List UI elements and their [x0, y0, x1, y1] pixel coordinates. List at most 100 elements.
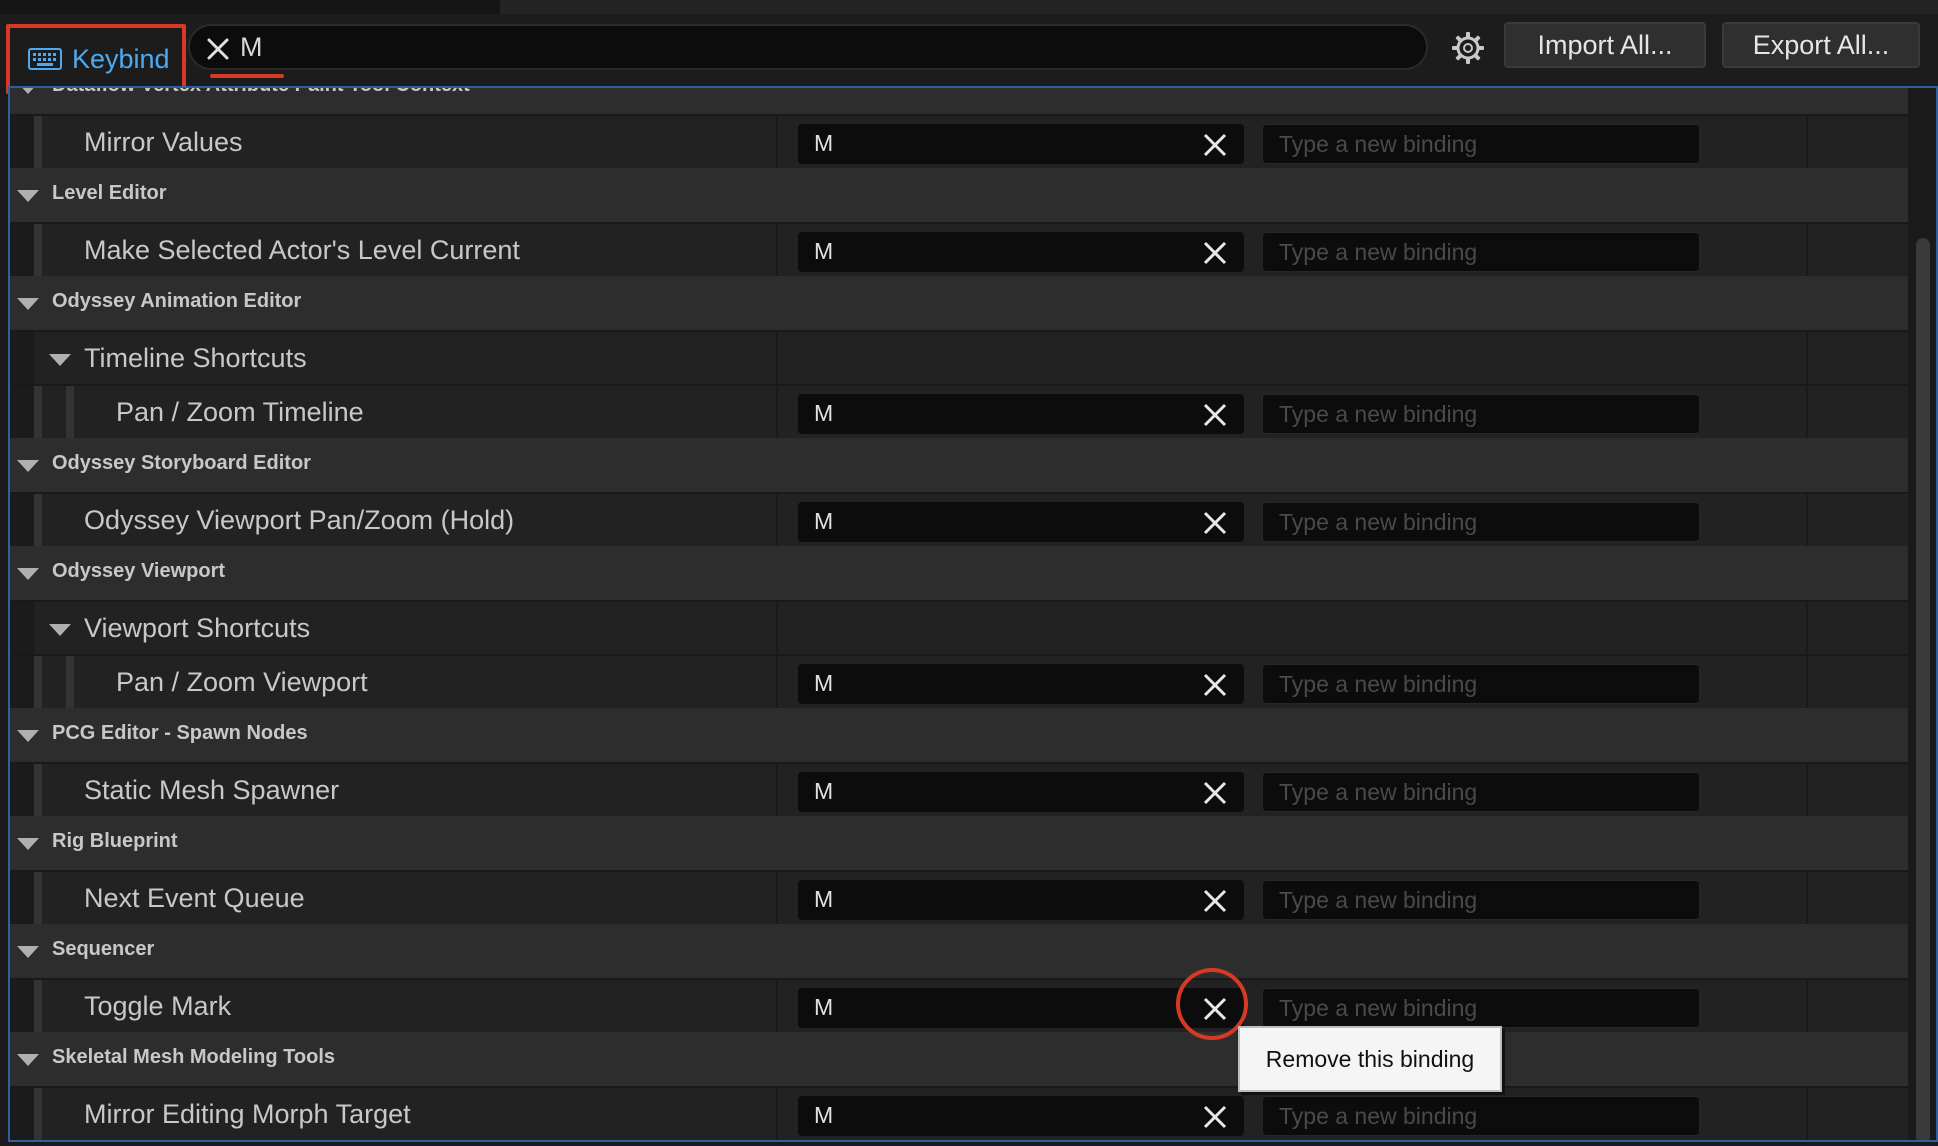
binding-field[interactable]: M — [798, 124, 1244, 164]
subcategory-row[interactable]: Timeline Shortcuts — [10, 330, 1908, 386]
binding-row: Odyssey Viewport Pan/Zoom (Hold) M Type … — [10, 492, 1908, 548]
remove-binding-icon[interactable] — [1202, 1104, 1228, 1130]
category-row[interactable]: Skeletal Mesh Modeling Tools — [10, 1032, 1908, 1086]
binding-row: Mirror Values M Type a new binding — [10, 114, 1908, 170]
remove-binding-icon[interactable] — [1202, 240, 1228, 266]
binding-value: M — [814, 994, 834, 1020]
new-binding-input[interactable]: Type a new binding — [1262, 502, 1700, 542]
binding-field[interactable]: M — [798, 394, 1244, 434]
category-row[interactable]: Odyssey Storyboard Editor — [10, 438, 1908, 492]
new-binding-placeholder: Type a new binding — [1279, 509, 1478, 535]
binding-value: M — [814, 1102, 834, 1128]
command-name: Toggle Mark — [84, 991, 232, 1021]
category-row[interactable]: Dataflow Vertex Attribute Paint Tool Con… — [10, 88, 1908, 114]
binding-row: Pan / Zoom Timeline M Type a new binding — [10, 384, 1908, 440]
new-binding-input[interactable]: Type a new binding — [1262, 124, 1700, 164]
vertical-scrollbar[interactable] — [1916, 238, 1930, 1140]
binding-value: M — [814, 238, 834, 264]
remove-binding-icon[interactable] — [1202, 780, 1228, 806]
search-value: M — [240, 32, 263, 62]
keybind-filter-button[interactable]: Keybind — [6, 24, 186, 94]
import-all-button[interactable]: Import All... — [1504, 22, 1706, 68]
binding-field[interactable]: M — [798, 1096, 1244, 1136]
category-row[interactable]: Odyssey Animation Editor — [10, 276, 1908, 330]
category-label: Skeletal Mesh Modeling Tools — [52, 1046, 336, 1068]
keyboard-icon — [28, 48, 62, 70]
expand-arrow-icon[interactable] — [17, 1054, 39, 1066]
search-underline — [210, 74, 284, 78]
category-row[interactable]: PCG Editor - Spawn Nodes — [10, 708, 1908, 762]
expand-arrow-icon[interactable] — [17, 838, 39, 850]
expand-arrow-icon[interactable] — [17, 730, 39, 742]
category-label: Odyssey Animation Editor — [52, 290, 302, 312]
expand-arrow-icon[interactable] — [17, 568, 39, 580]
new-binding-input[interactable]: Type a new binding — [1262, 664, 1700, 704]
binding-row: Make Selected Actor's Level Current M Ty… — [10, 222, 1908, 278]
category-label: PCG Editor - Spawn Nodes — [52, 722, 308, 744]
command-name: Pan / Zoom Viewport — [116, 667, 368, 697]
category-label: Odyssey Storyboard Editor — [52, 452, 311, 474]
remove-binding-icon[interactable] — [1202, 888, 1228, 914]
new-binding-placeholder: Type a new binding — [1279, 401, 1478, 427]
new-binding-input[interactable]: Type a new binding — [1262, 880, 1700, 920]
category-row[interactable]: Odyssey Viewport — [10, 546, 1908, 600]
category-row[interactable]: Rig Blueprint — [10, 816, 1908, 870]
gear-icon[interactable] — [1448, 28, 1488, 68]
binding-field[interactable]: M — [798, 880, 1244, 920]
category-label: Dataflow Vertex Attribute Paint Tool Con… — [52, 88, 470, 97]
expand-arrow-icon[interactable] — [17, 190, 39, 202]
binding-value: M — [814, 508, 834, 534]
export-all-button[interactable]: Export All... — [1722, 22, 1920, 68]
new-binding-input[interactable]: Type a new binding — [1262, 1096, 1700, 1136]
search-input[interactable]: M — [188, 24, 1428, 78]
category-row[interactable]: Sequencer — [10, 924, 1908, 978]
new-binding-input[interactable]: Type a new binding — [1262, 988, 1700, 1028]
remove-binding-icon[interactable] — [1202, 402, 1228, 428]
command-name: Next Event Queue — [84, 883, 305, 913]
new-binding-placeholder: Type a new binding — [1279, 239, 1478, 265]
command-name: Make Selected Actor's Level Current — [84, 235, 520, 265]
command-name: Static Mesh Spawner — [84, 775, 340, 805]
keybinding-list: Dataflow Vertex Attribute Paint Tool Con… — [8, 86, 1938, 1142]
toolbar: Keybind M Import All... Export All... — [0, 14, 1938, 94]
binding-row: Mirror Editing Morph Target M Type a new… — [10, 1086, 1908, 1140]
command-name: Mirror Editing Morph Target — [84, 1099, 411, 1129]
new-binding-input[interactable]: Type a new binding — [1262, 772, 1700, 812]
remove-binding-icon[interactable] — [1202, 510, 1228, 536]
remove-binding-icon[interactable] — [1202, 672, 1228, 698]
keybind-label: Keybind — [72, 43, 170, 74]
new-binding-placeholder: Type a new binding — [1279, 131, 1478, 157]
remove-binding-icon[interactable] — [1202, 996, 1228, 1022]
expand-arrow-icon[interactable] — [17, 88, 39, 94]
new-binding-placeholder: Type a new binding — [1279, 1103, 1478, 1129]
subcategory-row[interactable]: Viewport Shortcuts — [10, 600, 1908, 656]
command-name: Pan / Zoom Timeline — [116, 397, 364, 427]
category-row[interactable]: Level Editor — [10, 168, 1908, 222]
binding-row: Toggle Mark M Type a new binding — [10, 978, 1908, 1034]
tooltip-text: Remove this binding — [1265, 1045, 1475, 1072]
binding-field[interactable]: M — [798, 502, 1244, 542]
remove-binding-tooltip: Remove this binding — [1238, 1026, 1502, 1092]
expand-arrow-icon[interactable] — [49, 624, 71, 636]
expand-arrow-icon[interactable] — [17, 946, 39, 958]
binding-field[interactable]: M — [798, 232, 1244, 272]
new-binding-input[interactable]: Type a new binding — [1262, 232, 1700, 272]
remove-binding-icon[interactable] — [1202, 132, 1228, 158]
clear-search-icon[interactable] — [204, 35, 232, 63]
expand-arrow-icon[interactable] — [17, 298, 39, 310]
category-label: Odyssey Viewport — [52, 560, 226, 582]
binding-field[interactable]: M — [798, 772, 1244, 812]
binding-value: M — [814, 778, 834, 804]
binding-row: Pan / Zoom Viewport M Type a new binding — [10, 654, 1908, 710]
binding-field[interactable]: M — [798, 664, 1244, 704]
binding-value: M — [814, 886, 834, 912]
binding-value: M — [814, 400, 834, 426]
new-binding-placeholder: Type a new binding — [1279, 671, 1478, 697]
expand-arrow-icon[interactable] — [49, 354, 71, 366]
category-label: Rig Blueprint — [52, 830, 178, 852]
new-binding-input[interactable]: Type a new binding — [1262, 394, 1700, 434]
binding-value: M — [814, 130, 834, 156]
binding-field[interactable]: M — [798, 988, 1244, 1028]
expand-arrow-icon[interactable] — [17, 460, 39, 472]
binding-row: Next Event Queue M Type a new binding — [10, 870, 1908, 926]
